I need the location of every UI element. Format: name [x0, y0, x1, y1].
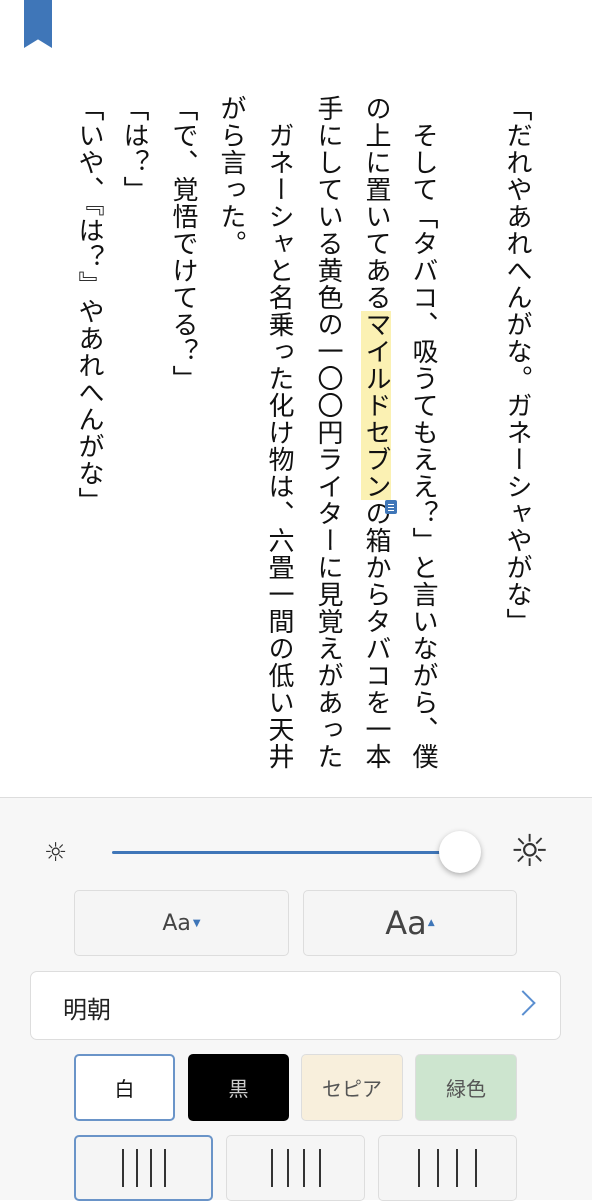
text-column: そして「タバコ、吸うてもええ？」と言いながら、僕 [408, 95, 438, 770]
line-spacing-medium-icon [270, 1149, 321, 1187]
text-column: 「いや、『は？』やあれへんがな」 [74, 95, 104, 514]
line-spacing-narrow-icon [121, 1149, 166, 1187]
text-column: ガネーシャと名乗った化け物は、六畳一間の低い天井 [264, 95, 294, 770]
font-name: 明朝 [63, 996, 111, 1024]
line-spacing-medium-button[interactable] [226, 1135, 365, 1201]
brightness-low-icon: ☼ [44, 838, 68, 868]
text-column: 「は？」 [119, 95, 149, 203]
text-column: の上に置いてあるマイルドセブン の箱からタバコを一本 [352, 95, 399, 795]
text-column: がら言った。 [216, 95, 246, 257]
theme-black-button[interactable]: 黒 [188, 1054, 289, 1121]
brightness-slider-handle[interactable] [439, 831, 481, 873]
decrease-font-size-button[interactable]: Aa ▼ [74, 890, 289, 956]
line-spacing-wide-icon [418, 1149, 477, 1187]
text-column: 手にしている黄色の一〇〇円ライターに見覚えがあった [313, 95, 343, 770]
text-segment: の箱からタバコを一本 [361, 500, 391, 770]
brightness-high-icon: ☼ [510, 826, 550, 877]
theme-label: 白 [114, 1077, 135, 1101]
font-selector[interactable]: 明朝 [30, 971, 561, 1040]
theme-label: 緑色 [446, 1077, 486, 1101]
chevron-right-icon [510, 990, 536, 1016]
text-column: 「で、覚悟でけてる？」 [168, 95, 198, 392]
increase-font-size-button[interactable]: Aa ▲ [303, 890, 517, 956]
line-spacing-narrow-button[interactable] [74, 1135, 213, 1201]
note-icon[interactable] [385, 500, 397, 514]
font-larger-label: Aa [385, 904, 427, 942]
text-column: 「だれやあれへんがな。ガネーシャやがな」 [502, 95, 532, 635]
theme-label: 黒 [228, 1077, 249, 1101]
highlighted-text[interactable]: マイルドセブン [361, 311, 397, 514]
theme-green-button[interactable]: 緑色 [415, 1054, 517, 1121]
triangle-down-icon: ▼ [192, 917, 201, 929]
highlight-text: マイルドセブン [361, 311, 391, 500]
theme-white-button[interactable]: 白 [74, 1054, 175, 1121]
font-smaller-label: Aa [162, 910, 191, 936]
book-page[interactable]: 「だれやあれへんがな。ガネーシャやがな」 そして「タバコ、吸うてもええ？」と言い… [0, 0, 592, 797]
text-segment: の上に置いてある [361, 95, 391, 311]
reading-settings-panel: ☼ ☼ Aa ▼ Aa ▲ 明朝 白 黒 セピア 緑色 [0, 797, 592, 1201]
triangle-up-icon: ▲ [427, 918, 435, 928]
line-spacing-wide-button[interactable] [378, 1135, 517, 1201]
theme-sepia-button[interactable]: セピア [301, 1054, 403, 1121]
brightness-slider[interactable] [112, 851, 460, 854]
theme-label: セピア [322, 1077, 382, 1101]
